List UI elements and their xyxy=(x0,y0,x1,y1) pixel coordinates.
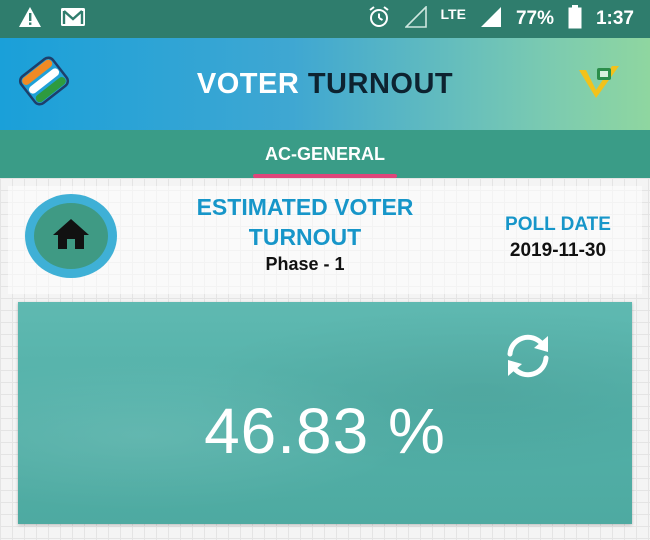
home-button-inner xyxy=(34,203,108,269)
network-type: LTE xyxy=(440,6,466,22)
clock: 1:37 xyxy=(595,8,634,29)
refresh-icon[interactable] xyxy=(496,324,560,388)
battery-icon xyxy=(568,4,582,34)
home-icon xyxy=(51,217,91,256)
turnout-percentage: 46.83 % xyxy=(204,395,446,467)
app-title-part1: VOTER xyxy=(196,67,300,100)
app-bar: VOTER TURNOUT xyxy=(0,38,650,130)
tab-bar: AC-GENERAL xyxy=(0,130,650,178)
app-title: VOTER TURNOUT xyxy=(197,68,453,101)
alarm-icon xyxy=(367,5,391,34)
voter-check-badge-icon[interactable] xyxy=(576,60,622,104)
gmail-icon xyxy=(60,7,86,32)
ballot-finger-logo-icon[interactable] xyxy=(18,56,70,106)
turnout-heading: ESTIMATED VOTER TURNOUT xyxy=(196,194,414,250)
battery-percent: 77% xyxy=(515,8,554,29)
poll-date-value: 2019-11-30 xyxy=(509,240,607,261)
sim-signal-icon xyxy=(403,4,427,33)
app-title-part2: TURNOUT xyxy=(307,67,454,100)
phase-label: Phase - 1 xyxy=(265,254,345,274)
poll-date-label: POLL DATE xyxy=(505,214,611,235)
home-button[interactable] xyxy=(25,194,117,278)
main-content: ESTIMATED VOTER TURNOUT Phase - 1 POLL D… xyxy=(0,178,650,540)
tab-ac-general[interactable]: AC-GENERAL xyxy=(241,130,409,178)
turnout-card: 46.83 % xyxy=(18,302,632,524)
status-bar: LTE 77% 1:37 xyxy=(0,0,650,38)
warning-icon xyxy=(18,6,42,33)
signal-icon xyxy=(480,6,502,33)
